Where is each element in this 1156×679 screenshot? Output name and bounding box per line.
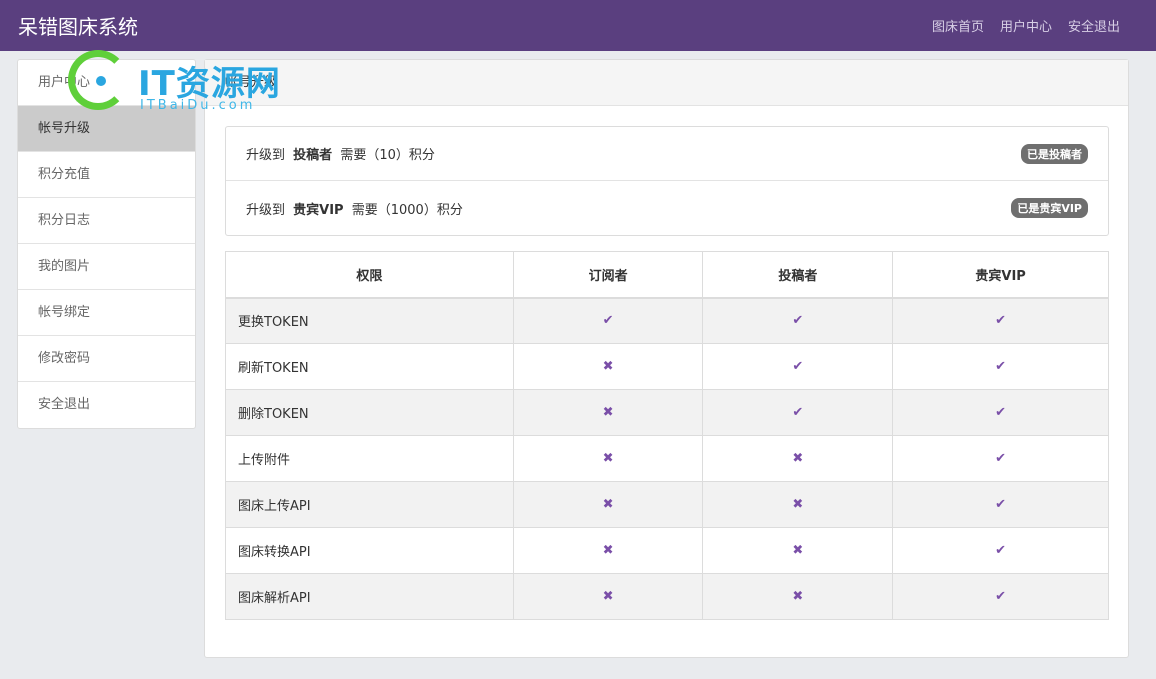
top-navbar: 呆错图床系统 图床首页 用户中心 安全退出 — [0, 0, 1156, 51]
permission-name: 刷新TOKEN — [225, 343, 514, 390]
sidebar-item-points-log[interactable]: 积分日志 — [18, 198, 195, 244]
sidebar-item-points-recharge[interactable]: 积分充值 — [18, 152, 195, 198]
upgrade-prefix: 升级到 — [246, 148, 286, 163]
nav-logout-link[interactable]: 安全退出 — [1068, 16, 1120, 35]
table-row: 图床解析API ✖ ✖ ✔ — [225, 573, 1109, 620]
upgrade-text: 升级到 投稿者 需要（10）积分 — [246, 144, 435, 163]
check-icon: ✔ — [995, 589, 1007, 604]
permission-name: 图床上传API — [225, 481, 514, 528]
upgrade-requirement: 需要（10）积分 — [340, 148, 435, 163]
upgrade-role: 投稿者 — [293, 148, 333, 163]
check-icon: ✔ — [792, 313, 804, 329]
status-badge: 已是投稿者 — [1021, 143, 1088, 164]
top-nav: 图床首页 用户中心 安全退出 — [932, 16, 1120, 35]
check-icon: ✔ — [995, 313, 1007, 329]
sidebar-item-account-binding[interactable]: 帐号绑定 — [18, 290, 195, 336]
upgrade-list: 升级到 投稿者 需要（10）积分 已是投稿者 升级到 贵宾VIP 需要（1000… — [225, 126, 1109, 236]
cross-icon: ✖ — [602, 589, 614, 604]
check-icon: ✔ — [995, 405, 1007, 420]
check-icon: ✔ — [995, 543, 1007, 558]
sidebar-item-my-images[interactable]: 我的图片 — [18, 244, 195, 290]
upgrade-row-contributor: 升级到 投稿者 需要（10）积分 已是投稿者 — [226, 127, 1108, 181]
table-row: 删除TOKEN ✖ ✔ ✔ — [225, 389, 1109, 436]
upgrade-row-vip: 升级到 贵宾VIP 需要（1000）积分 已是贵宾VIP — [226, 181, 1108, 235]
sidebar-menu: 用户中心 帐号升级 积分充值 积分日志 我的图片 帐号绑定 修改密码 安全退出 — [17, 59, 196, 429]
table-row: 刷新TOKEN ✖ ✔ ✔ — [225, 343, 1109, 390]
table-row: 图床上传API ✖ ✖ ✔ — [225, 481, 1109, 528]
check-icon: ✔ — [995, 359, 1007, 374]
check-icon: ✔ — [995, 497, 1007, 512]
cross-icon: ✖ — [792, 589, 804, 604]
cross-icon: ✖ — [792, 543, 804, 558]
cross-icon: ✖ — [602, 405, 614, 420]
upgrade-requirement: 需要（1000）积分 — [351, 202, 463, 218]
column-header-permission: 权限 — [225, 251, 514, 299]
cross-icon: ✖ — [602, 543, 614, 558]
check-icon: ✔ — [602, 313, 614, 329]
table-header-row: 权限 订阅者 投稿者 贵宾VIP — [225, 251, 1109, 299]
panel-title: 帐号升级 — [205, 60, 1128, 106]
upgrade-role: 贵宾VIP — [293, 202, 344, 218]
nav-user-center-link[interactable]: 用户中心 — [1000, 16, 1052, 35]
cross-icon: ✖ — [602, 497, 614, 512]
cross-icon: ✖ — [602, 359, 614, 374]
table-row: 图床转换API ✖ ✖ ✔ — [225, 527, 1109, 574]
main-panel: 帐号升级 升级到 投稿者 需要（10）积分 已是投稿者 升级到 贵宾VIP 需要… — [204, 59, 1129, 658]
site-title[interactable]: 呆错图床系统 — [18, 11, 138, 40]
status-badge: 已是贵宾VIP — [1011, 198, 1088, 218]
permission-name: 删除TOKEN — [225, 389, 514, 436]
upgrade-text: 升级到 贵宾VIP 需要（1000）积分 — [246, 199, 463, 218]
column-header-vip: 贵宾VIP — [892, 251, 1109, 299]
permission-name: 图床转换API — [225, 527, 514, 574]
permission-name: 图床解析API — [225, 573, 514, 620]
permissions-table: 权限 订阅者 投稿者 贵宾VIP 更换TOKEN ✔ ✔ ✔ 刷新TOKEN ✖… — [225, 251, 1109, 620]
check-icon: ✔ — [792, 359, 804, 374]
cross-icon: ✖ — [602, 451, 614, 466]
cross-icon: ✖ — [792, 497, 804, 512]
permission-name: 上传附件 — [225, 435, 514, 482]
check-icon: ✔ — [792, 405, 804, 420]
table-row: 更换TOKEN ✔ ✔ ✔ — [225, 297, 1109, 344]
column-header-contributor: 投稿者 — [702, 251, 894, 299]
permission-name: 更换TOKEN — [225, 297, 514, 344]
cross-icon: ✖ — [792, 451, 804, 466]
upgrade-prefix: 升级到 — [246, 202, 286, 218]
sidebar-item-logout[interactable]: 安全退出 — [18, 382, 195, 428]
column-header-subscriber: 订阅者 — [512, 251, 704, 299]
nav-home-link[interactable]: 图床首页 — [932, 16, 984, 35]
table-row: 上传附件 ✖ ✖ ✔ — [225, 435, 1109, 482]
sidebar-item-user-center[interactable]: 用户中心 — [18, 60, 195, 106]
sidebar-item-account-upgrade[interactable]: 帐号升级 — [18, 106, 195, 152]
sidebar-item-change-password[interactable]: 修改密码 — [18, 336, 195, 382]
check-icon: ✔ — [995, 451, 1007, 466]
